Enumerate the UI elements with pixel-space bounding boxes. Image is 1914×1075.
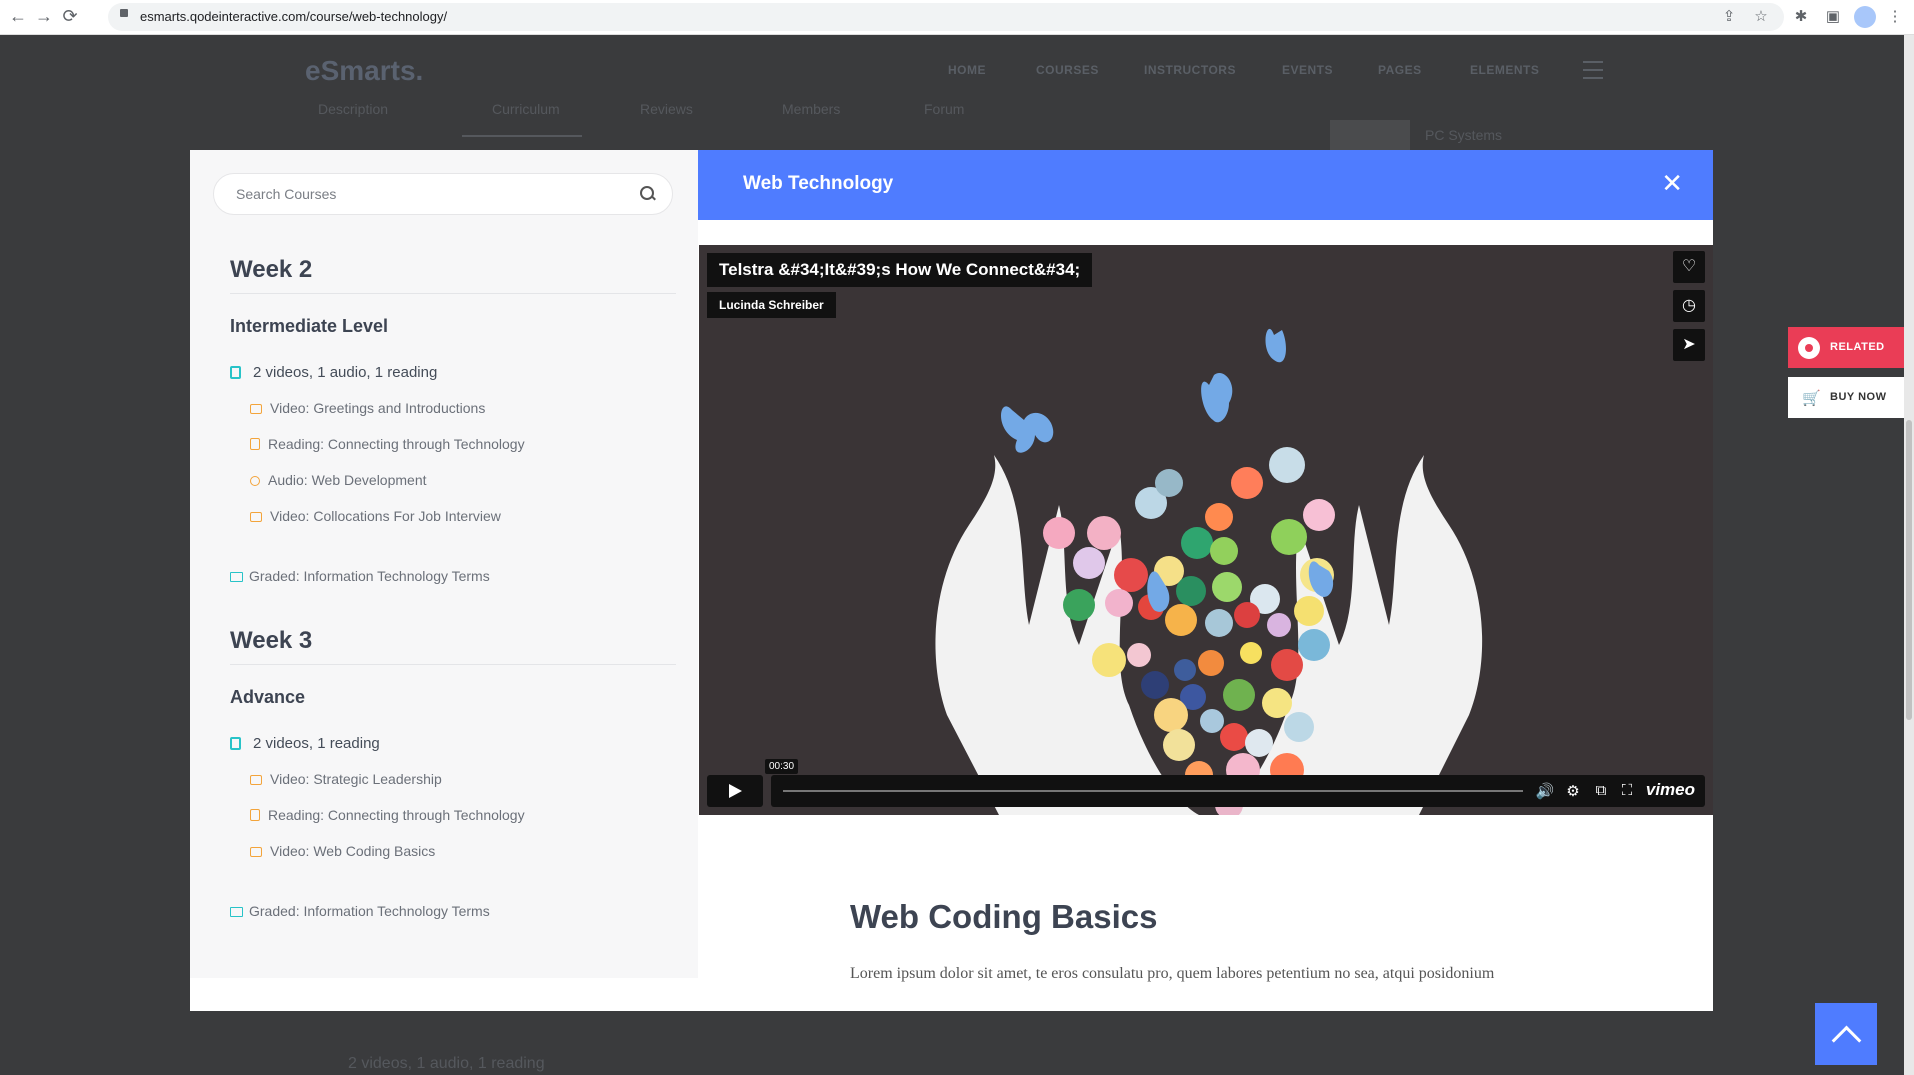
lesson-item[interactable]: Audio: Web Development	[250, 472, 427, 488]
nav-events[interactable]: EVENTS	[1282, 63, 1333, 77]
video-icon	[250, 775, 262, 785]
divider	[230, 664, 676, 665]
week-title: Week 3	[230, 627, 313, 654]
reading-icon	[250, 438, 260, 450]
back-button[interactable]: ←	[6, 6, 30, 27]
video-icon	[250, 847, 262, 857]
search-icon[interactable]	[640, 186, 654, 200]
profile-avatar[interactable]	[1854, 6, 1876, 28]
side-panel-icon[interactable]: ▣	[1822, 7, 1844, 25]
lesson-item[interactable]: Video: Web Coding Basics	[250, 843, 435, 859]
progress-track[interactable]	[783, 790, 1523, 792]
scrollbar-thumb[interactable]	[1906, 420, 1912, 720]
settings-icon[interactable]: ⚙	[1563, 782, 1583, 800]
browser-menu-icon[interactable]: ⋮	[1884, 7, 1906, 25]
modal-header: Web Technology ✕	[698, 150, 1713, 220]
graded-item[interactable]: Graded: Information Technology Terms	[230, 568, 490, 584]
buy-now-button[interactable]: 🛒 BUY NOW	[1788, 377, 1904, 418]
divider	[230, 293, 676, 294]
nav-courses[interactable]: COURSES	[1036, 63, 1099, 77]
nav-elements[interactable]: ELEMENTS	[1470, 63, 1539, 77]
clock-icon[interactable]: ◷	[1673, 290, 1705, 322]
related-label: RELATED	[1830, 341, 1885, 353]
graded-item[interactable]: Graded: Information Technology Terms	[230, 903, 490, 919]
extensions-icon[interactable]: ✱	[1790, 7, 1812, 25]
quiz-icon	[230, 572, 243, 582]
week-title: Week 2	[230, 256, 313, 283]
player-controls: 00:30 🔊 ⚙ ⧉ ⛶ vimeo	[707, 759, 1705, 807]
level-title: Advance	[230, 687, 306, 707]
lesson-item[interactable]: Reading: Connecting through Technology	[250, 436, 525, 452]
modal-title: Web Technology	[743, 173, 894, 194]
site-logo[interactable]: eSmarts.	[305, 55, 423, 87]
quiz-icon	[230, 907, 243, 917]
related-button[interactable]: RELATED	[1788, 327, 1904, 368]
hamburger-menu-icon[interactable]	[1583, 61, 1603, 79]
bookmark-star-icon[interactable]: ☆	[1750, 7, 1772, 25]
background-summary: 2 videos, 1 audio, 1 reading	[348, 1055, 545, 1072]
section-summary[interactable]: 2 videos, 1 audio, 1 reading	[230, 364, 437, 381]
lock-icon	[120, 9, 128, 17]
book-icon	[230, 737, 241, 750]
related-icon	[1798, 337, 1820, 359]
lesson-item[interactable]: Reading: Connecting through Technology	[250, 807, 525, 823]
vimeo-logo[interactable]: vimeo	[1646, 780, 1695, 800]
level-title: Intermediate Level	[230, 316, 389, 336]
heart-icon[interactable]: ♡	[1673, 251, 1705, 283]
pip-icon[interactable]: ⧉	[1591, 782, 1611, 799]
lesson-item[interactable]: Video: Greetings and Introductions	[250, 400, 485, 416]
volume-icon[interactable]: 🔊	[1535, 782, 1555, 800]
tab-forum[interactable]: Forum	[924, 101, 964, 117]
book-icon	[230, 366, 241, 379]
fullscreen-icon[interactable]: ⛶	[1617, 782, 1637, 799]
video-title[interactable]: Telstra &#34;It&#39;s How We Connect&#34…	[707, 253, 1093, 287]
tab-members[interactable]: Members	[782, 101, 840, 117]
search-input[interactable]	[234, 185, 618, 203]
video-icon	[250, 404, 262, 414]
section-summary[interactable]: 2 videos, 1 reading	[230, 735, 380, 752]
share-icon[interactable]: ⇪	[1718, 7, 1740, 25]
nav-instructors[interactable]: INSTRUCTORS	[1144, 63, 1236, 77]
curriculum-sidebar: Week 2 Intermediate Level 2 videos, 1 au…	[190, 150, 698, 978]
tab-reviews[interactable]: Reviews	[640, 101, 693, 117]
active-tab-underline	[462, 135, 582, 137]
video-frame-illustration	[935, 328, 1483, 815]
address-url[interactable]: esmarts.qodeinteractive.com/course/web-t…	[140, 9, 447, 24]
tab-description[interactable]: Description	[318, 101, 388, 117]
reload-button[interactable]: ⟳	[58, 6, 82, 27]
lesson-item[interactable]: Video: Collocations For Job Interview	[250, 508, 501, 524]
video-icon	[250, 512, 262, 522]
control-bar: 🔊 ⚙ ⧉ ⛶ vimeo	[771, 775, 1705, 807]
search-box	[213, 173, 673, 215]
close-icon[interactable]: ✕	[1661, 170, 1683, 196]
lesson-modal: Week 2 Intermediate Level 2 videos, 1 au…	[190, 150, 1713, 1011]
lesson-heading: Web Coding Basics	[850, 898, 1158, 935]
tab-curriculum[interactable]: Curriculum	[492, 101, 560, 117]
cart-icon: 🛒	[1802, 390, 1822, 407]
lesson-body: Lorem ipsum dolor sit amet, te eros cons…	[850, 965, 1495, 982]
nav-home[interactable]: HOME	[948, 63, 986, 77]
play-button[interactable]	[707, 775, 763, 807]
buy-now-label: BUY NOW	[1830, 391, 1887, 403]
reading-icon	[250, 809, 260, 821]
send-icon[interactable]: ➤	[1673, 329, 1705, 361]
video-author[interactable]: Lucinda Schreiber	[707, 292, 836, 318]
nav-pages[interactable]: PAGES	[1378, 63, 1422, 77]
audio-icon	[250, 476, 260, 486]
related-course-title: PC Systems	[1425, 127, 1503, 143]
back-to-top-button[interactable]	[1815, 1003, 1877, 1065]
time-tooltip: 00:30	[765, 759, 799, 774]
forward-button[interactable]: →	[32, 6, 56, 27]
video-player[interactable]: Telstra &#34;It&#39;s How We Connect&#34…	[699, 245, 1713, 815]
browser-toolbar: ← → ⟳ esmarts.qodeinteractive.com/course…	[0, 0, 1914, 35]
lesson-item[interactable]: Video: Strategic Leadership	[250, 771, 442, 787]
